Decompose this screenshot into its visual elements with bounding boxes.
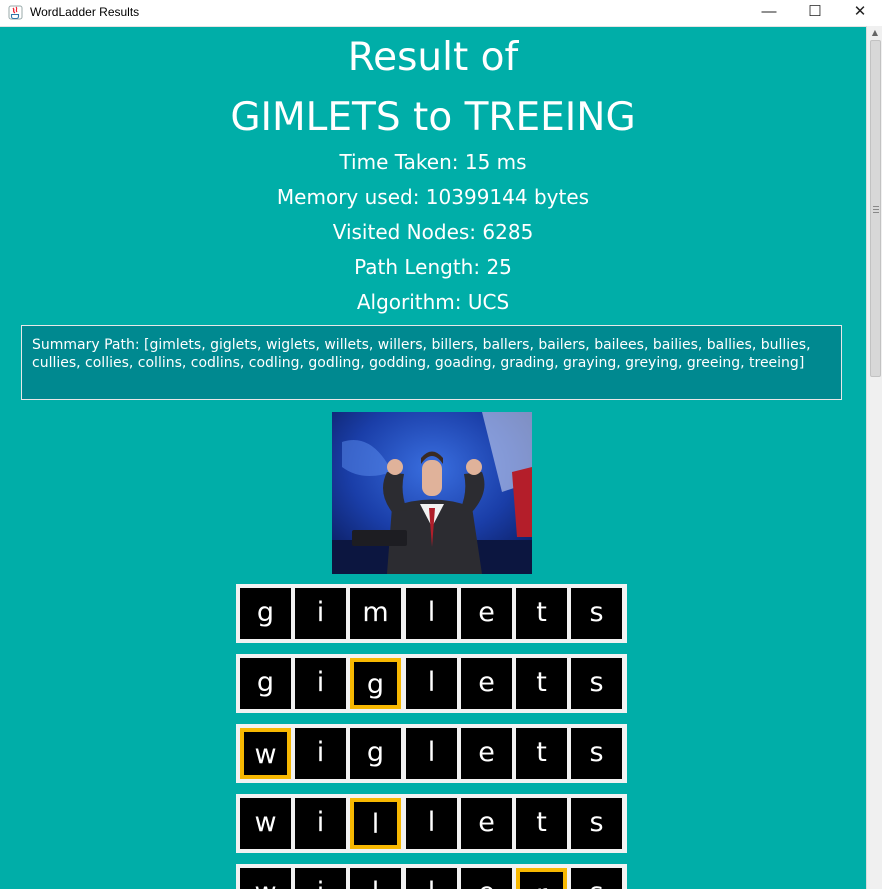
maximize-icon: ☐: [808, 3, 822, 20]
letter-tile: l: [406, 658, 457, 709]
ladder-row: w i l l e t s: [236, 794, 627, 853]
letter-tile: g: [350, 728, 401, 779]
letter-tile: l: [406, 728, 457, 779]
minimize-button[interactable]: —: [746, 0, 792, 26]
results-panel: Result of GIMLETS to TREEING Time Taken:…: [0, 27, 866, 889]
memory-used-label: Memory used: 10399144 bytes: [276, 185, 590, 209]
minimize-icon: —: [761, 3, 777, 20]
ladder-row: g i m l e t s: [236, 584, 627, 643]
letter-tile: s: [571, 658, 622, 709]
letter-tile: s: [571, 728, 622, 779]
letter-tile: m: [350, 588, 401, 639]
letter-tile: w: [240, 868, 291, 889]
summary-path-box: Summary Path: [gimlets, giglets, wiglets…: [21, 325, 842, 400]
close-icon: ✕: [853, 3, 867, 20]
letter-tile: t: [516, 798, 567, 849]
time-taken-label: Time Taken: 15 ms: [339, 150, 527, 174]
path-length-label: Path Length: 25: [354, 255, 512, 279]
letter-tile: e: [461, 728, 512, 779]
letter-tile: s: [571, 798, 622, 849]
letter-tile: l: [406, 868, 457, 889]
letter-tile: l: [406, 798, 457, 849]
thumb-grip-line: [873, 206, 879, 207]
algorithm-label: Algorithm: UCS: [356, 290, 510, 314]
letter-tile: e: [461, 868, 512, 889]
thumb-grip-line: [873, 212, 879, 213]
letter-tile: i: [295, 658, 346, 709]
thumb-grip-line: [873, 209, 879, 210]
letter-tile: e: [461, 798, 512, 849]
ladder-row: g i g l e t s: [236, 654, 627, 713]
changed-letter-tile: w: [240, 728, 291, 779]
letter-tile: i: [295, 728, 346, 779]
letter-tile: i: [295, 868, 346, 889]
changed-letter-tile: g: [350, 658, 401, 709]
letter-tile: e: [461, 658, 512, 709]
letter-tile: i: [295, 588, 346, 639]
vertical-scrollbar[interactable]: ▲: [866, 26, 882, 889]
letter-tile: g: [240, 588, 291, 639]
celebration-image: [332, 412, 532, 574]
word-pair-heading: GIMLETS to TREEING: [230, 95, 636, 140]
close-button[interactable]: ✕: [837, 0, 882, 26]
summary-path-text: Summary Path: [gimlets, giglets, wiglets…: [32, 337, 811, 371]
letter-tile: l: [406, 588, 457, 639]
letter-tile: i: [295, 798, 346, 849]
result-heading: Result of: [347, 35, 519, 80]
visited-nodes-label: Visited Nodes: 6285: [332, 220, 534, 244]
scrollbar-thumb[interactable]: [870, 40, 881, 377]
window-title: WordLadder Results: [30, 5, 140, 19]
ladder-row: w i g l e t s: [236, 724, 627, 783]
letter-tile: t: [516, 658, 567, 709]
changed-letter-tile: l: [350, 798, 401, 849]
ladder-row: w i l l e r s: [236, 864, 627, 889]
letter-tile: t: [516, 728, 567, 779]
letter-tile: w: [240, 798, 291, 849]
letter-tile: s: [571, 588, 622, 639]
changed-letter-tile: r: [516, 868, 567, 889]
maximize-button[interactable]: ☐: [792, 0, 838, 26]
letter-tile: e: [461, 588, 512, 639]
java-app-icon: [8, 5, 23, 20]
letter-tile: g: [240, 658, 291, 709]
window-title-bar: WordLadder Results — ☐ ✕: [0, 0, 882, 27]
letter-tile: t: [516, 588, 567, 639]
letter-tile: s: [571, 868, 622, 889]
letter-tile: l: [350, 868, 401, 889]
